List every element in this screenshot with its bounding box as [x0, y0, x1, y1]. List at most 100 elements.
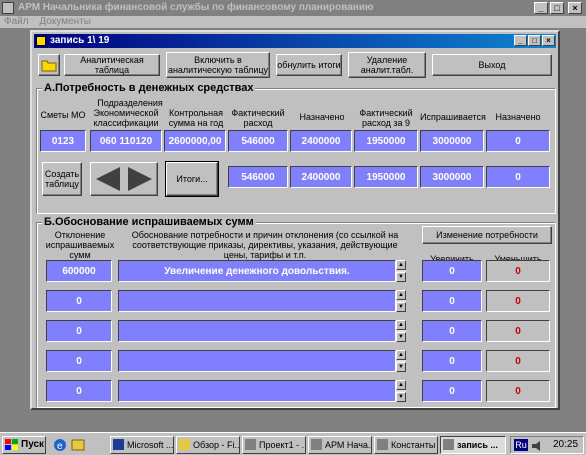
outlook-icon[interactable]: [70, 438, 86, 452]
header-assigned2: Назначено: [495, 112, 541, 122]
scroll-down-icon[interactable]: ▼: [396, 392, 406, 402]
cell-assigned[interactable]: 2400000: [290, 130, 352, 152]
increase-cell[interactable]: 0: [422, 350, 482, 372]
decrease-cell[interactable]: 0: [486, 260, 550, 282]
maximize-button[interactable]: □: [550, 2, 564, 14]
decrease-cell[interactable]: 0: [486, 350, 550, 372]
justification-textarea[interactable]: [118, 380, 396, 402]
analytic-table-button[interactable]: Аналитическая таблица: [64, 54, 160, 76]
ie-icon[interactable]: e: [52, 438, 68, 452]
totals-button[interactable]: Итоги...: [166, 162, 218, 196]
header-deviation: Отклонение испрашиваемых сумм: [45, 230, 115, 260]
header-subdivision: Подразделения: [97, 98, 163, 108]
include-analytic-button[interactable]: Включить в аналитическую таблицу: [166, 52, 270, 78]
lang-indicator[interactable]: Ru: [514, 439, 528, 451]
start-button[interactable]: Пуск: [2, 436, 46, 454]
cell-assigned2[interactable]: 0: [486, 130, 550, 152]
delete-analytic-button[interactable]: Удаление аналит.табл.: [348, 52, 426, 78]
next-arrow-icon[interactable]: [128, 167, 152, 191]
scroll-up-icon[interactable]: ▲: [396, 260, 406, 270]
vb-icon: [245, 439, 256, 450]
total-actual: 546000: [228, 166, 288, 188]
window-minimize-button[interactable]: _: [514, 35, 527, 46]
create-table-button[interactable]: Создать таблицу: [42, 162, 82, 196]
task-label: Обзор - Fi...: [193, 440, 240, 450]
minimize-button[interactable]: _: [534, 2, 548, 14]
textarea-scrollbar[interactable]: ▲ ▼: [396, 290, 406, 312]
app-title-bar: АРМ Начальника финансовой службы по фина…: [0, 0, 586, 16]
menu-file[interactable]: Файл: [4, 16, 29, 27]
task-arm[interactable]: АРМ Нача...: [308, 436, 372, 454]
deviation-cell[interactable]: 0: [46, 380, 112, 402]
textarea-scrollbar[interactable]: ▲ ▼: [396, 260, 406, 282]
task-label: Константы: [391, 440, 436, 450]
textarea-scrollbar[interactable]: ▲ ▼: [396, 320, 406, 342]
task-word[interactable]: Microsoft ...: [110, 436, 174, 454]
close-button[interactable]: ×: [568, 2, 582, 14]
prev-arrow-icon[interactable]: [96, 167, 120, 191]
justification-textarea[interactable]: [118, 350, 396, 372]
task-label: запись ...: [457, 440, 498, 450]
window-maximize-button[interactable]: □: [528, 35, 541, 46]
scroll-up-icon[interactable]: ▲: [396, 320, 406, 330]
task-explorer[interactable]: Обзор - Fi...: [176, 436, 240, 454]
textarea-scrollbar[interactable]: ▲ ▼: [396, 350, 406, 372]
cell-control-sum[interactable]: 2600000,00: [164, 130, 226, 152]
app-icon: [2, 2, 14, 14]
deviation-cell[interactable]: 0: [46, 290, 112, 312]
deviation-cell[interactable]: 600000: [46, 260, 112, 282]
justification-textarea[interactable]: [118, 320, 396, 342]
increase-cell[interactable]: 0: [422, 290, 482, 312]
decrease-cell[interactable]: 0: [486, 380, 550, 402]
header-smeta: Сметы МО: [40, 110, 86, 120]
textarea-scrollbar[interactable]: ▲ ▼: [396, 380, 406, 402]
clock: 20:25: [553, 439, 579, 450]
form-icon: [443, 439, 454, 450]
cell-actual[interactable]: 546000: [228, 130, 288, 152]
reset-totals-button[interactable]: обнулить итоги: [276, 54, 342, 76]
scroll-down-icon[interactable]: ▼: [396, 362, 406, 372]
task-label: Microsoft ...: [127, 440, 174, 450]
decrease-cell[interactable]: 0: [486, 320, 550, 342]
app-window: АРМ Начальника финансовой службы по фина…: [0, 0, 586, 432]
word-icon: [113, 439, 124, 450]
header-assigned: Назначено: [299, 112, 345, 122]
scroll-down-icon[interactable]: ▼: [396, 272, 406, 282]
task-constants[interactable]: Константы: [374, 436, 438, 454]
deviation-cell[interactable]: 0: [46, 350, 112, 372]
taskbar: Пуск e Microsoft ... Обзор - Fi... Проек…: [0, 432, 586, 455]
exit-button[interactable]: Выход: [432, 54, 552, 76]
record-window-title-bar: запись 1\ 19 _ □ ×: [34, 34, 556, 48]
increase-cell[interactable]: 0: [422, 380, 482, 402]
increase-cell[interactable]: 0: [422, 260, 482, 282]
speaker-icon[interactable]: [531, 440, 545, 452]
nav-arrows: [90, 162, 158, 196]
svg-text:e: e: [57, 441, 63, 452]
decrease-cell[interactable]: 0: [486, 290, 550, 312]
window-icon: [36, 36, 46, 46]
record-window-title: запись 1\ 19: [50, 35, 110, 46]
justification-textarea[interactable]: Увеличение денежного довольствия.: [118, 260, 396, 282]
deviation-cell[interactable]: 0: [46, 320, 112, 342]
increase-cell[interactable]: 0: [422, 320, 482, 342]
arrows-icon: [96, 167, 152, 191]
scroll-up-icon[interactable]: ▲: [396, 350, 406, 360]
total-requested: 3000000: [420, 166, 484, 188]
cell-actual9[interactable]: 1950000: [354, 130, 418, 152]
open-folder-button[interactable]: [38, 54, 60, 76]
cell-requested[interactable]: 3000000: [420, 130, 484, 152]
task-record[interactable]: запись ...: [440, 436, 506, 454]
app-task-icon: [311, 439, 322, 450]
change-need-button[interactable]: Изменение потребности: [422, 226, 552, 244]
task-project[interactable]: Проект1 - ...: [242, 436, 306, 454]
menu-documents[interactable]: Документы: [39, 16, 91, 27]
scroll-up-icon[interactable]: ▲: [396, 290, 406, 300]
scroll-down-icon[interactable]: ▼: [396, 302, 406, 312]
cell-econ-class[interactable]: 060 110120: [90, 130, 162, 152]
scroll-down-icon[interactable]: ▼: [396, 332, 406, 342]
justification-textarea[interactable]: [118, 290, 396, 312]
cell-smeta[interactable]: 0123: [40, 130, 86, 152]
scroll-up-icon[interactable]: ▲: [396, 380, 406, 390]
header-econ-class: Экономической классификации: [93, 108, 159, 128]
window-close-button[interactable]: ×: [542, 35, 555, 46]
